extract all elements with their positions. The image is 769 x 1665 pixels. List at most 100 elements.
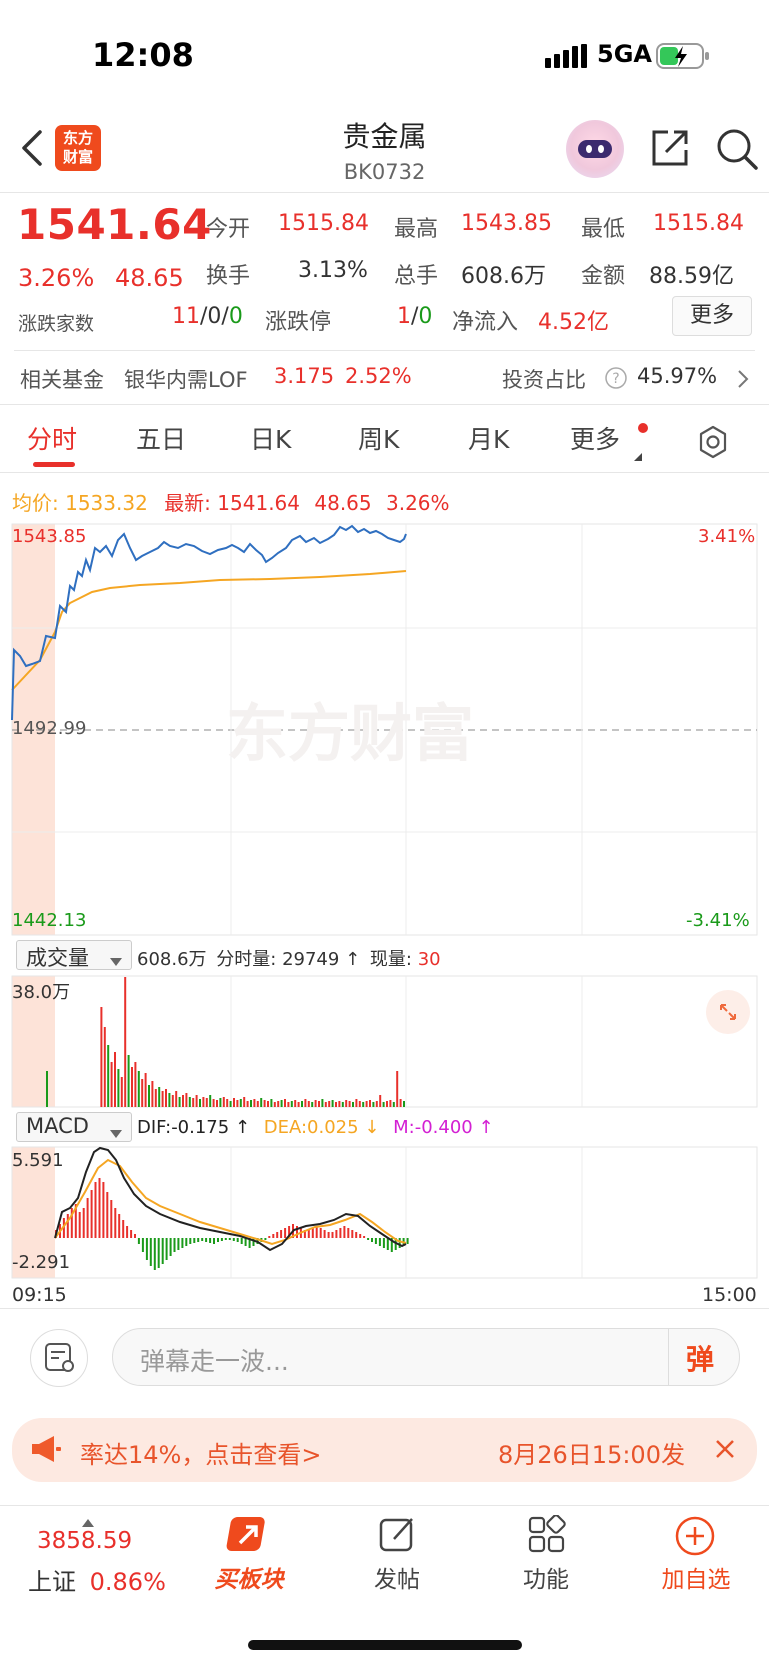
volume-bar bbox=[141, 1079, 144, 1107]
macd-bar bbox=[355, 1232, 358, 1238]
volume-bar bbox=[260, 1098, 263, 1107]
macd-axis-top: 5.591 bbox=[12, 1150, 64, 1171]
macd-bar bbox=[220, 1238, 223, 1241]
volume-bar bbox=[134, 1062, 137, 1107]
macd-bar bbox=[374, 1238, 377, 1244]
volume-bar bbox=[182, 1095, 184, 1107]
volume-bar bbox=[392, 1102, 395, 1107]
macd-bar bbox=[378, 1238, 381, 1246]
volume-bar bbox=[270, 1099, 273, 1107]
macd-chart-frame bbox=[11, 1146, 758, 1279]
macd-bar bbox=[307, 1230, 310, 1238]
volume-chart-frame bbox=[11, 975, 758, 1108]
volume-bar bbox=[154, 1089, 157, 1107]
macd-bar bbox=[126, 1226, 129, 1238]
volume-bar bbox=[117, 1069, 120, 1107]
pct-axis-top: 3.41% bbox=[698, 526, 756, 547]
banner-text-left[interactable]: 率达14%，点击查看> bbox=[80, 1435, 321, 1470]
macd-bar bbox=[141, 1238, 144, 1252]
macd-bar bbox=[122, 1220, 125, 1238]
macd-bar bbox=[240, 1238, 243, 1244]
macd-bar bbox=[272, 1234, 275, 1238]
volume-bar bbox=[236, 1100, 239, 1107]
volume-bar bbox=[345, 1100, 348, 1107]
nav-buy-sector[interactable]: 买板块 bbox=[208, 1560, 290, 1594]
danmaku-placeholder: 弹幕走一波... bbox=[140, 1347, 289, 1376]
close-icon[interactable] bbox=[714, 1438, 736, 1464]
macd-bar bbox=[327, 1232, 330, 1238]
macd-select-label: MACD bbox=[26, 1114, 89, 1138]
macd-info: DIF:-0.175 ↑ DEA:0.025 ↓ M:-0.400 ↑ bbox=[137, 1117, 494, 1138]
volume-info: 608.6万 分时量: 29749 ↑ 现量: 30 bbox=[137, 949, 441, 970]
volume-bar bbox=[369, 1100, 371, 1107]
macd-bar bbox=[145, 1238, 148, 1260]
volume-bars bbox=[46, 977, 405, 1107]
volume-bar bbox=[403, 1101, 405, 1107]
volume-bar bbox=[372, 1102, 375, 1107]
pct-axis-bottom: -3.41% bbox=[686, 910, 750, 931]
price-axis-bottom: 1442.13 bbox=[12, 910, 87, 931]
volume-bar bbox=[304, 1099, 307, 1107]
volume-bar bbox=[171, 1095, 174, 1107]
macd-bar bbox=[193, 1238, 196, 1243]
nav-functions[interactable]: 功能 bbox=[505, 1560, 587, 1594]
volume-bar bbox=[205, 1098, 208, 1107]
volume-bar bbox=[399, 1099, 402, 1107]
expand-icon[interactable] bbox=[706, 990, 750, 1038]
macd-bar bbox=[351, 1230, 354, 1238]
macd-bar bbox=[244, 1238, 247, 1246]
volume-bar bbox=[284, 1099, 286, 1107]
watermark: 东方财富 bbox=[226, 697, 474, 770]
volume-bar bbox=[321, 1099, 324, 1107]
volume-bar bbox=[250, 1100, 252, 1107]
macd-bar bbox=[110, 1200, 113, 1238]
macd-bar bbox=[169, 1238, 172, 1256]
volume-bar bbox=[386, 1101, 388, 1107]
volume-bar bbox=[148, 1085, 150, 1107]
macd-bar bbox=[78, 1212, 81, 1238]
banner-text-right[interactable]: 8月26日15:00发 bbox=[498, 1435, 685, 1470]
volume-bar bbox=[168, 1093, 171, 1107]
price-axis-mid: 1492.99 bbox=[12, 718, 87, 739]
megaphone-icon bbox=[30, 1434, 62, 1468]
index-value[interactable]: 3858.59 bbox=[37, 1528, 132, 1554]
volume-bar bbox=[131, 1067, 133, 1107]
macd-bar bbox=[153, 1238, 156, 1270]
volume-bar bbox=[209, 1095, 212, 1107]
volume-bar bbox=[331, 1100, 334, 1107]
macd-axis-bottom: -2.291 bbox=[12, 1252, 71, 1273]
volume-bar bbox=[222, 1097, 225, 1107]
macd-bar bbox=[363, 1236, 366, 1238]
time-axis-end: 15:00 bbox=[702, 1284, 757, 1306]
volume-bar bbox=[120, 1077, 123, 1107]
volume-bar bbox=[185, 1093, 188, 1107]
macd-bar bbox=[382, 1238, 385, 1248]
functions-icon[interactable] bbox=[527, 1514, 567, 1559]
macd-bar bbox=[386, 1238, 389, 1250]
macd-bar bbox=[323, 1230, 326, 1238]
buy-sector-icon[interactable] bbox=[226, 1515, 272, 1559]
volume-bar bbox=[358, 1101, 361, 1107]
macd-bar bbox=[311, 1228, 314, 1238]
macd-bar bbox=[114, 1208, 117, 1238]
add-watchlist-icon[interactable] bbox=[674, 1515, 716, 1561]
macd-bar bbox=[217, 1238, 219, 1242]
volume-bar bbox=[396, 1071, 399, 1107]
volume-bar bbox=[246, 1101, 249, 1107]
index-summary[interactable]: 上证 0.86% bbox=[28, 1562, 166, 1597]
post-icon[interactable] bbox=[378, 1515, 418, 1559]
volume-bar bbox=[226, 1099, 229, 1107]
macd-bar bbox=[236, 1238, 239, 1242]
nav-add-watchlist[interactable]: 加自选 bbox=[651, 1560, 741, 1594]
volume-bar bbox=[341, 1102, 344, 1107]
volume-bar bbox=[127, 1055, 130, 1107]
volume-bar bbox=[165, 1089, 167, 1107]
macd-bar bbox=[98, 1178, 101, 1238]
macd-bar bbox=[276, 1232, 279, 1238]
volume-bar bbox=[263, 1100, 266, 1107]
nav-post[interactable]: 发帖 bbox=[356, 1560, 438, 1594]
macd-bar bbox=[189, 1238, 192, 1244]
macd-bar bbox=[94, 1182, 97, 1238]
volume-bar bbox=[229, 1101, 232, 1107]
macd-bar bbox=[406, 1238, 409, 1244]
